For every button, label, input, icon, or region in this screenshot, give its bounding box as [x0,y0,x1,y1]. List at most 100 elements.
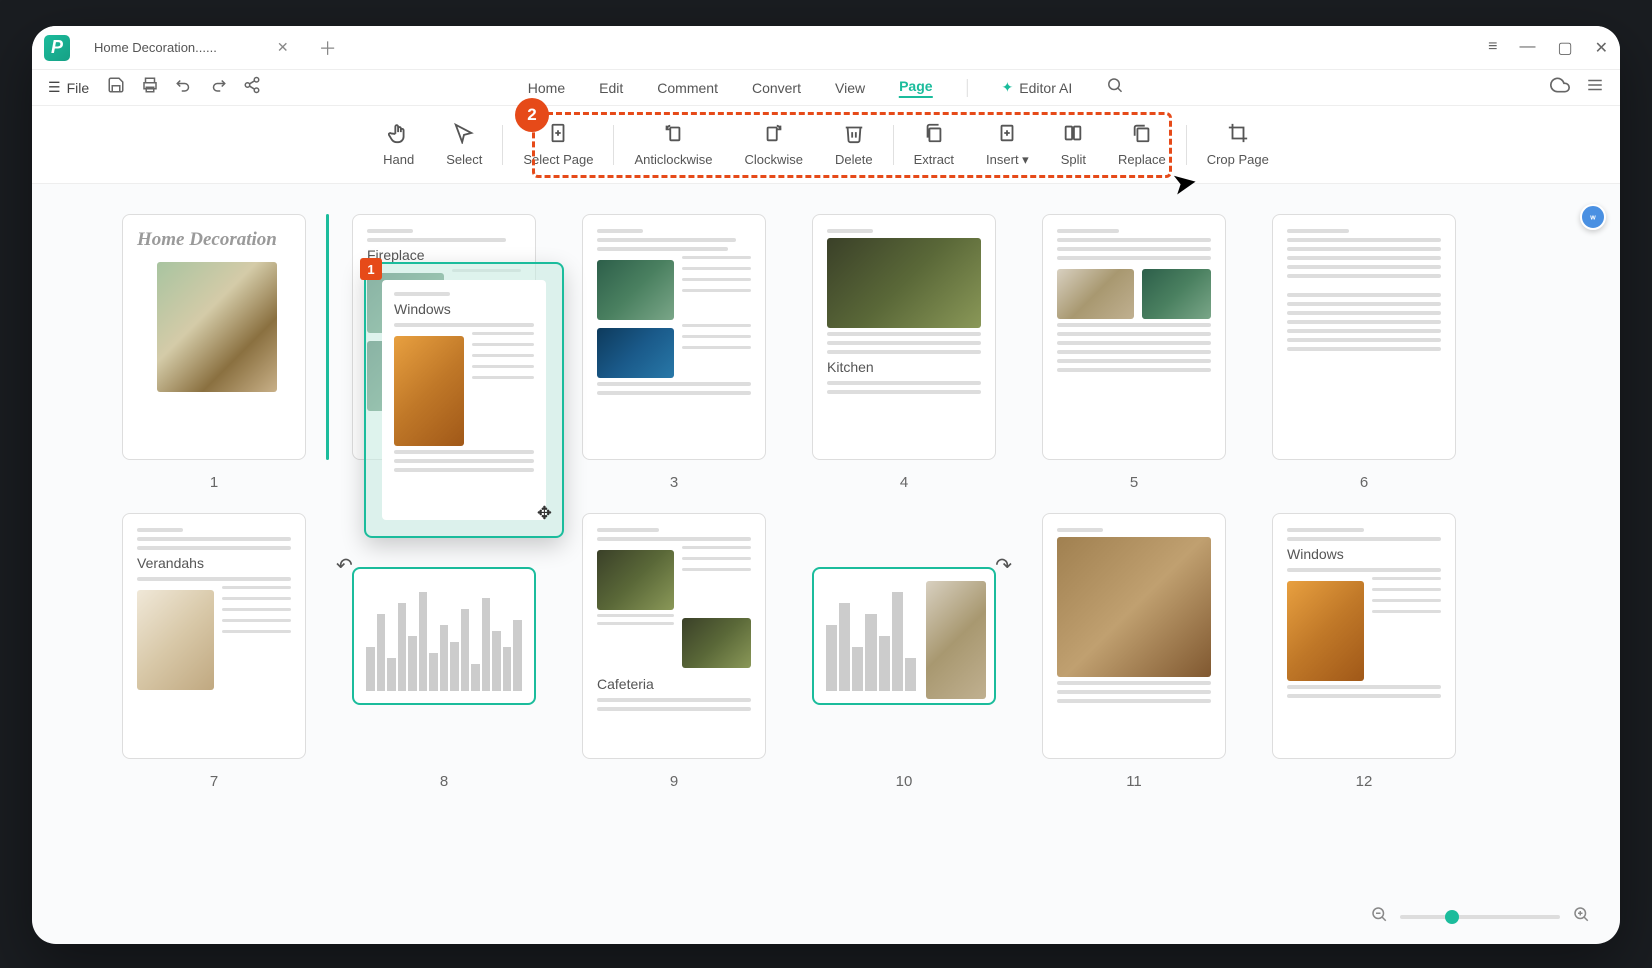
page-thumbnail[interactable] [1042,214,1226,460]
tab-edit[interactable]: Edit [599,80,623,96]
zoom-slider[interactable] [1400,915,1560,919]
rotate-anticlockwise-tool[interactable]: Anticlockwise [618,116,728,174]
thumbnail-image [1057,537,1211,677]
split-tool[interactable]: Split [1045,116,1102,174]
page-item-4[interactable]: Kitchen 4 [812,214,996,491]
cloud-icon[interactable] [1550,75,1570,100]
toolbar-separator [613,125,614,165]
callout-badge-2: 2 [515,98,549,132]
rotate-indicator-icon: ↶ [336,553,353,578]
page-number: 11 [1126,773,1142,790]
tab-view[interactable]: View [835,80,865,96]
page-thumbnail[interactable]: Home Decoration [122,214,306,460]
thumbnail-image [926,581,986,699]
page-thumbnail[interactable] [1272,214,1456,460]
page-item-6[interactable]: 6 [1272,214,1456,491]
page-item-10[interactable]: ↷ 10 [812,513,996,790]
save-icon[interactable] [107,76,125,99]
page-thumbnail-rotated[interactable] [812,567,996,705]
titlebar: P Home Decoration...... ✕ ＋ ≡ ― ▢ ✕ [32,26,1620,70]
crop-page-tool[interactable]: Crop Page [1191,116,1285,174]
app-window: P Home Decoration...... ✕ ＋ ≡ ― ▢ ✕ ☰ Fi… [32,26,1620,944]
window-controls: ≡ ― ▢ ✕ [1488,38,1608,58]
floating-help-badge[interactable]: w [1580,204,1606,230]
redo-icon[interactable] [209,76,227,99]
menubar-right [1550,75,1604,100]
toolbar-separator [893,125,894,165]
page-item-3[interactable]: 3 [582,214,766,491]
document-tab[interactable]: Home Decoration...... ✕ [80,31,303,65]
page-heading: Windows [1287,546,1441,562]
zoom-slider-thumb[interactable] [1445,910,1459,924]
print-icon[interactable] [141,76,159,99]
page-number: 10 [896,773,913,790]
page-thumbnail-rotated[interactable] [352,567,536,705]
zoom-in-icon[interactable] [1572,905,1590,928]
thumbnail-image [157,262,277,392]
page-thumbnail[interactable] [582,214,766,460]
replace-tool[interactable]: Replace [1102,116,1182,174]
page-heading: Kitchen [827,359,981,375]
quick-access-toolbar [107,76,261,99]
page-thumbnails-area[interactable]: Home Decoration 1 Fireplace [32,184,1620,944]
share-icon[interactable] [243,76,261,99]
undo-icon[interactable] [175,76,193,99]
tab-home[interactable]: Home [528,80,565,96]
chart-content [822,577,920,695]
page-thumbnail[interactable]: Cafeteria [582,513,766,759]
tab-comment[interactable]: Comment [657,80,718,96]
chart-content [362,577,526,695]
rotate-clockwise-tool[interactable]: Clockwise [728,116,819,174]
insertion-indicator [326,214,329,460]
hand-tool[interactable]: Hand [367,116,430,174]
page-thumbnail[interactable] [1042,513,1226,759]
page-thumbnail[interactable]: Kitchen [812,214,996,460]
editor-ai-label: Editor AI [1019,80,1072,96]
settings-lines-icon[interactable] [1586,76,1604,99]
thumbnail-image [597,260,674,320]
page-item-8[interactable]: ↶ 8 [352,513,536,790]
hamburger-menu-icon[interactable]: ≡ [1488,38,1497,58]
tool-group: Hand Select Select Page Anticlockwise Cl… [367,116,1285,174]
drag-count-badge: 1 [360,258,382,280]
tab-page[interactable]: Page [899,78,932,98]
page-number: 8 [440,773,448,790]
tab-convert[interactable]: Convert [752,80,801,96]
page-number: 9 [670,773,678,790]
rotate-indicator-icon: ↷ [995,553,1012,578]
extract-tool[interactable]: Extract [898,116,970,174]
thumbnail-image [1142,269,1211,319]
delete-tool[interactable]: Delete [819,116,889,174]
page-thumbnail[interactable]: Windows [1272,513,1456,759]
page-item-12[interactable]: Windows 12 [1272,513,1456,790]
page-item-1[interactable]: Home Decoration 1 [122,214,306,491]
maximize-icon[interactable]: ▢ [1557,38,1572,58]
app-logo-icon: P [44,35,70,61]
file-menu-button[interactable]: ☰ File [48,79,89,96]
insert-tool[interactable]: Insert ▾ [970,116,1045,174]
page-number: 12 [1356,773,1373,790]
hamburger-icon: ☰ [48,79,61,96]
page-item-7[interactable]: Verandahs 7 [122,513,306,790]
page-item-9[interactable]: Cafeteria 9 [582,513,766,790]
page-number: 4 [900,474,908,491]
minimize-icon[interactable]: ― [1519,38,1535,58]
page-heading: Fireplace [367,247,521,263]
search-icon[interactable] [1106,76,1124,99]
close-window-icon[interactable]: ✕ [1595,38,1608,58]
thumbnail-image [597,328,674,378]
drag-ghost-content: Windows [382,280,546,520]
toolbar-separator [502,125,503,165]
page-item-11[interactable]: 11 [1042,513,1226,790]
page-thumbnail[interactable]: Verandahs [122,513,306,759]
zoom-out-icon[interactable] [1370,905,1388,928]
new-tab-icon[interactable]: ＋ [319,35,337,61]
move-cursor-icon: ✥ [537,503,552,524]
editor-ai-button[interactable]: ✦ Editor AI [1002,79,1073,96]
select-tool[interactable]: Select [430,116,498,174]
tab-title: Home Decoration...... [94,40,217,55]
page-item-5[interactable]: 5 [1042,214,1226,491]
thumbnails-grid: Home Decoration 1 Fireplace [122,214,1530,790]
tab-close-icon[interactable]: ✕ [277,39,289,56]
dragging-page-ghost[interactable]: 1 Windows ✥ [364,262,564,538]
